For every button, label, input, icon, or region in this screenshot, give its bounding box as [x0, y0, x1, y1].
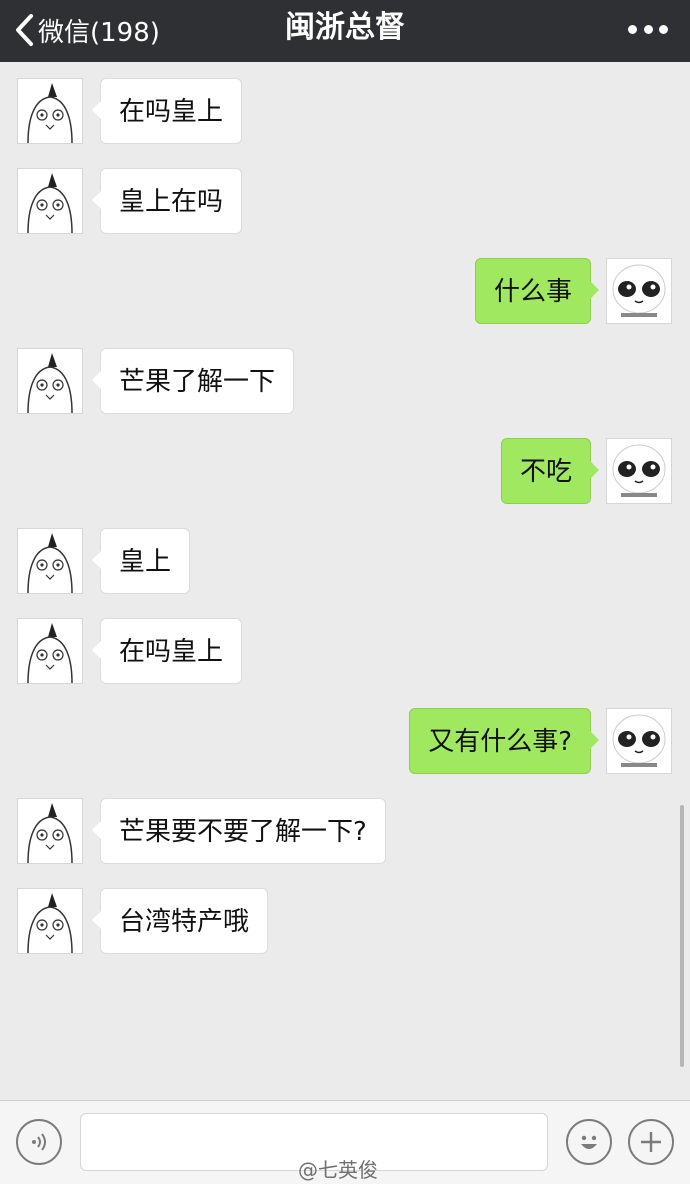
contact-avatar[interactable] — [17, 618, 83, 684]
back-label: 微信(198) — [38, 17, 160, 48]
message-bubble-sent[interactable]: 不吃 — [500, 438, 600, 504]
back-chevron-icon — [16, 14, 33, 46]
navigation-bar: 微信(198) 闽浙总督 — [0, 0, 690, 62]
message-bubble-received[interactable]: 台湾特产哦 — [91, 888, 269, 954]
more-options-button[interactable] — [628, 14, 668, 44]
message-row: 芒果了解一下 — [0, 348, 690, 416]
message-row: 又有什么事? — [0, 708, 690, 776]
voice-button[interactable] — [16, 1119, 62, 1165]
contact-avatar-icon — [27, 893, 73, 953]
message-row: 台湾特产哦 — [0, 888, 690, 956]
contact-avatar-icon — [27, 533, 73, 593]
own-avatar[interactable] — [606, 438, 672, 504]
message-bubble-received[interactable]: 在吗皇上 — [91, 78, 243, 144]
emoji-button[interactable] — [566, 1119, 612, 1165]
message-row: 皇上 — [0, 528, 690, 596]
contact-avatar-icon — [27, 173, 73, 233]
contact-avatar-icon — [27, 623, 73, 683]
scrollbar[interactable] — [680, 805, 684, 1067]
more-dots-icon — [643, 24, 653, 34]
own-avatar-icon — [612, 444, 666, 497]
own-avatar-icon — [612, 264, 666, 317]
more-functions-button[interactable] — [628, 1119, 674, 1165]
message-row: 芒果要不要了解一下? — [0, 798, 690, 866]
message-row: 在吗皇上 — [0, 78, 690, 146]
chat-message-list[interactable]: 在吗皇上 皇上在吗 什么事 芒果了解一下 不吃 皇上 在吗皇上 又有什么事? 芒… — [0, 62, 690, 1100]
message-row: 不吃 — [0, 438, 690, 506]
contact-avatar[interactable] — [17, 78, 83, 144]
contact-avatar[interactable] — [17, 348, 83, 414]
message-bubble-received[interactable]: 芒果要不要了解一下? — [92, 798, 386, 864]
contact-avatar[interactable] — [17, 888, 83, 954]
contact-avatar-icon — [27, 83, 73, 143]
more-dots-icon — [659, 24, 668, 34]
message-row: 皇上在吗 — [0, 168, 690, 236]
message-bubble-received[interactable]: 皇上 — [91, 528, 191, 594]
emoji-icon — [581, 1135, 597, 1149]
contact-avatar[interactable] — [17, 528, 83, 594]
back-button[interactable]: 微信(198) — [14, 8, 160, 52]
contact-avatar[interactable] — [17, 168, 83, 234]
message-bubble-received[interactable]: 在吗皇上 — [91, 618, 243, 684]
own-avatar[interactable] — [606, 258, 672, 324]
message-row: 什么事 — [0, 258, 690, 326]
contact-avatar-icon — [27, 803, 73, 863]
contact-avatar[interactable] — [17, 798, 83, 864]
message-bubble-received[interactable]: 皇上在吗 — [91, 168, 243, 234]
message-bubble-sent[interactable]: 什么事 — [474, 258, 600, 324]
more-dots-icon — [628, 24, 637, 34]
plus-icon — [641, 1132, 661, 1152]
message-bubble-sent[interactable]: 又有什么事? — [409, 708, 599, 774]
watermark: @七英俊 — [298, 1158, 378, 1182]
message-bubble-received[interactable]: 芒果了解一下 — [91, 348, 295, 414]
message-row: 在吗皇上 — [0, 618, 690, 686]
voice-icon — [32, 1133, 46, 1151]
own-avatar[interactable] — [606, 708, 672, 774]
contact-avatar-icon — [27, 353, 73, 413]
own-avatar-icon — [612, 714, 666, 767]
